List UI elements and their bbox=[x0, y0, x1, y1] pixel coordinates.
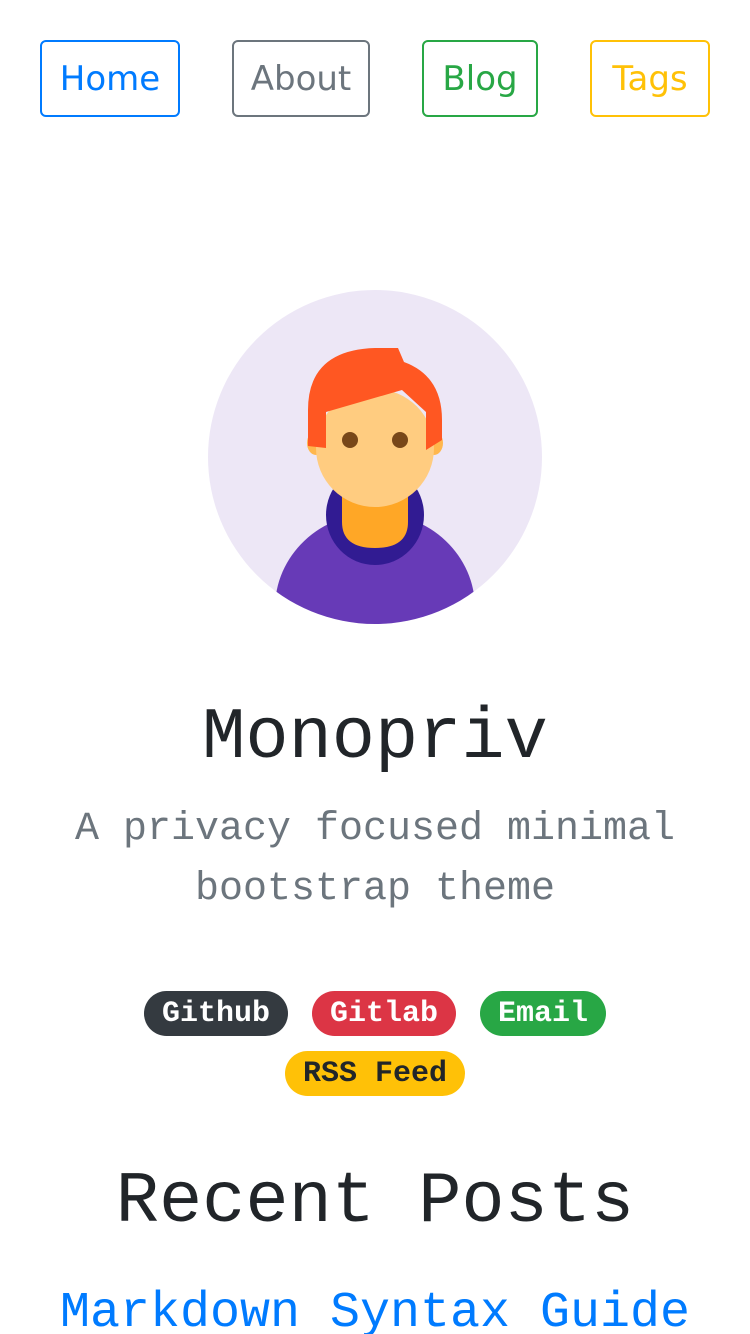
post-link[interactable]: Markdown Syntax Guide bbox=[0, 1282, 750, 1334]
person-avatar-icon bbox=[208, 290, 542, 624]
rss-feed-link-badge[interactable]: RSS Feed bbox=[285, 1051, 465, 1096]
site-subtitle: A privacy focused minimal bootstrap them… bbox=[74, 807, 676, 912]
nav-home-button[interactable]: Home bbox=[40, 40, 180, 117]
recent-posts-heading: Recent Posts bbox=[115, 1161, 635, 1243]
nav-blog-button[interactable]: Blog bbox=[422, 40, 538, 117]
nav-about-button[interactable]: About bbox=[232, 40, 370, 117]
nav-tags-button[interactable]: Tags bbox=[590, 40, 710, 117]
gitlab-link-badge[interactable]: Gitlab bbox=[312, 991, 456, 1036]
site-title: Monopriv bbox=[202, 697, 548, 779]
email-link-badge[interactable]: Email bbox=[480, 991, 606, 1036]
github-link-badge[interactable]: Github bbox=[144, 991, 288, 1036]
